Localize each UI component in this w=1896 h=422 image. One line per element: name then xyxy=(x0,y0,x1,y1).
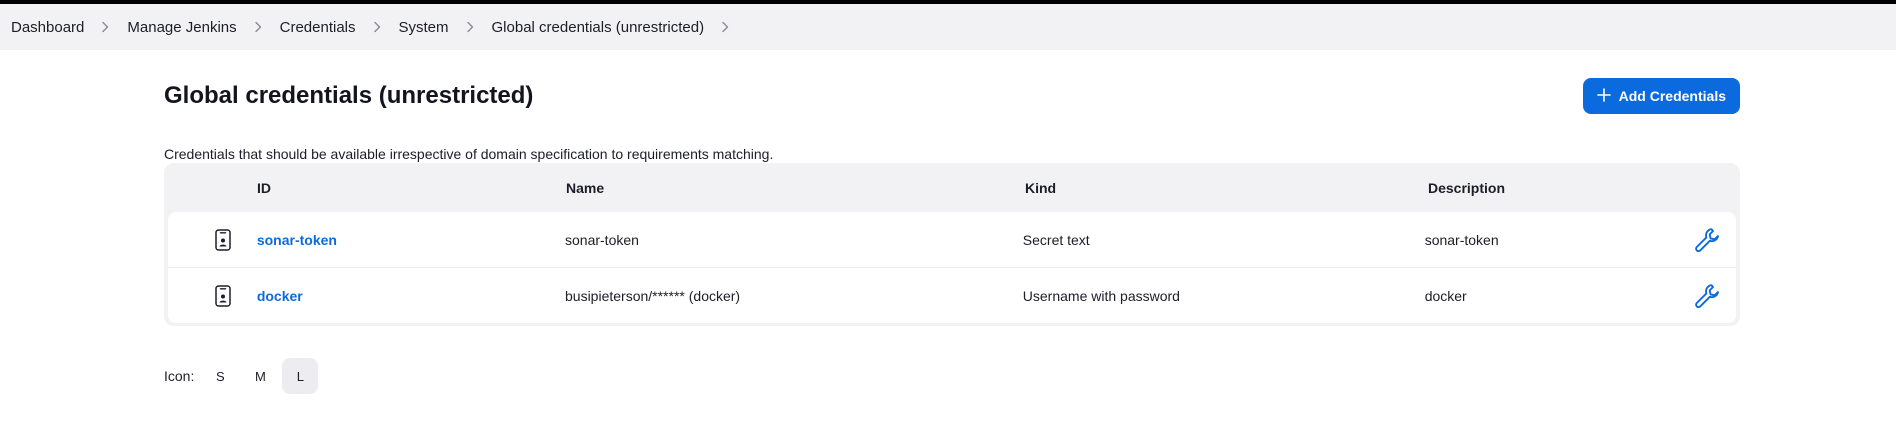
credential-name-cell: sonar-token xyxy=(565,231,639,248)
wrench-icon[interactable] xyxy=(1692,224,1724,256)
page-description: Credentials that should be available irr… xyxy=(164,146,774,162)
table-header: ID Name Kind Description xyxy=(168,163,1736,212)
breadcrumb-link-manage-jenkins[interactable]: Manage Jenkins xyxy=(127,19,236,36)
header-description: Description xyxy=(1428,179,1506,196)
breadcrumb-link-global-credentials[interactable]: Global credentials (unrestricted) xyxy=(492,19,705,36)
breadcrumb-item-system: System xyxy=(399,16,492,38)
credential-description-cell: docker xyxy=(1424,287,1467,304)
breadcrumb: Dashboard Manage Jenkins Credentials Sys… xyxy=(0,4,1896,50)
add-credentials-label: Add Credentials xyxy=(1618,88,1726,104)
credential-actions-cell xyxy=(1692,280,1736,312)
header-id: ID xyxy=(257,179,271,196)
breadcrumb-item-manage-jenkins: Manage Jenkins xyxy=(127,16,279,38)
icon-size-medium-button[interactable]: M xyxy=(242,358,278,394)
table-row: docker busipieterson/****** (docker) Use… xyxy=(168,268,1736,323)
breadcrumb-link-system[interactable]: System xyxy=(399,19,449,36)
page-title: Global credentials (unrestricted) xyxy=(164,82,534,109)
credential-kind-cell: Secret text xyxy=(1022,231,1090,248)
credential-card-icon xyxy=(168,228,257,251)
breadcrumb-item-dashboard: Dashboard xyxy=(11,16,127,38)
chevron-right-icon[interactable] xyxy=(714,16,736,38)
icon-size-selector: Icon: S M L xyxy=(164,358,322,394)
credentials-table: ID Name Kind Description sonar-token son… xyxy=(164,163,1740,326)
credential-description-cell: sonar-token xyxy=(1424,231,1499,248)
credential-card-icon xyxy=(168,284,257,307)
credential-id-link[interactable]: docker xyxy=(257,288,303,304)
icon-size-large-button[interactable]: L xyxy=(282,358,319,394)
wrench-icon[interactable] xyxy=(1692,280,1724,312)
credential-name-cell: busipieterson/****** (docker) xyxy=(565,287,741,304)
breadcrumb-link-dashboard[interactable]: Dashboard xyxy=(11,19,84,36)
header-kind: Kind xyxy=(1025,179,1057,196)
icon-size-small-button[interactable]: S xyxy=(202,358,238,394)
credential-id-cell: sonar-token xyxy=(257,232,565,248)
table-row: sonar-token sonar-token Secret text sona… xyxy=(168,212,1736,268)
table-body: sonar-token sonar-token Secret text sona… xyxy=(168,212,1736,323)
header-name: Name xyxy=(566,179,605,196)
credential-actions-cell xyxy=(1692,224,1736,256)
breadcrumb-item-global-credentials: Global credentials (unrestricted) xyxy=(492,16,748,38)
plus-icon xyxy=(1596,87,1611,105)
chevron-right-icon[interactable] xyxy=(94,16,116,38)
add-credentials-button[interactable]: Add Credentials xyxy=(1582,78,1740,114)
chevron-right-icon[interactable] xyxy=(459,16,481,38)
credential-id-link[interactable]: sonar-token xyxy=(257,232,337,248)
chevron-right-icon[interactable] xyxy=(247,16,269,38)
breadcrumb-link-credentials[interactable]: Credentials xyxy=(280,19,356,36)
breadcrumb-item-credentials: Credentials xyxy=(280,16,399,38)
credential-id-cell: docker xyxy=(257,288,565,304)
icon-size-label: Icon: xyxy=(164,368,195,384)
chevron-right-icon[interactable] xyxy=(366,16,388,38)
credential-kind-cell: Username with password xyxy=(1022,287,1180,304)
